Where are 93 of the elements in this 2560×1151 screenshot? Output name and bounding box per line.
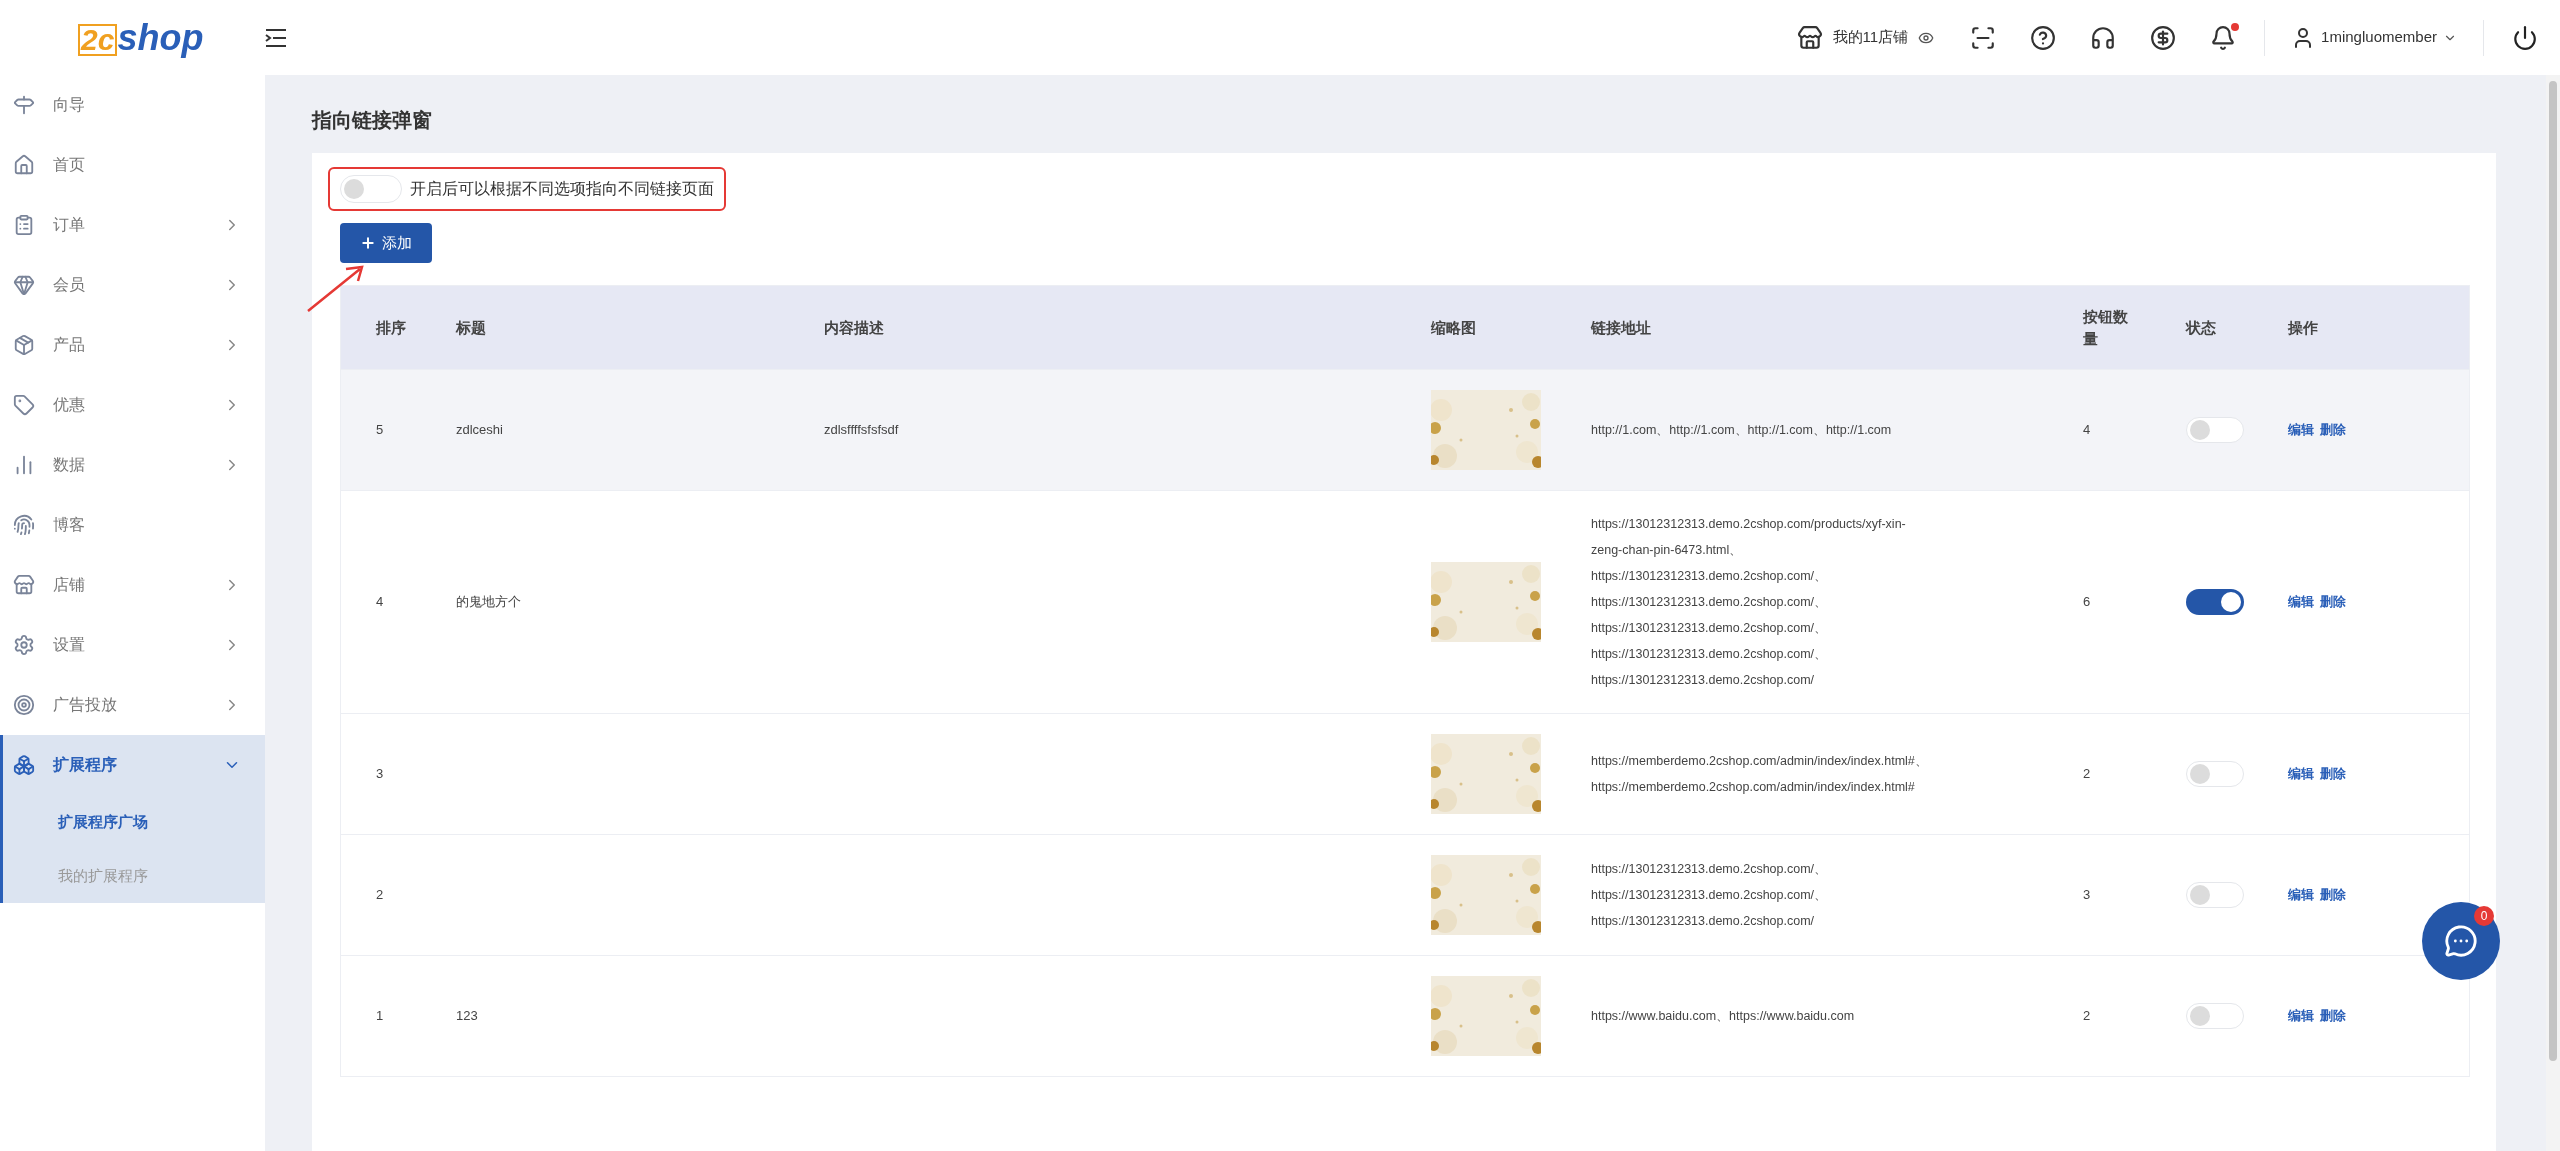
notification-icon[interactable] [2210,24,2237,51]
headset-icon[interactable] [2090,24,2117,51]
link-text: zeng-chan-pin-6473.html、 [1591,542,1744,559]
table-cell: 6 [2083,594,2091,610]
chat-badge: 0 [2474,906,2494,926]
link-text: https://13012312313.demo.2cshop.com/、 [1591,646,1829,663]
table-cell: 4 [2083,422,2091,438]
table-cell: 2 [2083,766,2091,782]
link-text: https://13012312313.demo.2cshop.com/、 [1591,887,1829,904]
sidebar-item[interactable]: 扩展程序 [3,735,265,795]
link-text: https://13012312313.demo.2cshop.com/、 [1591,861,1829,878]
column-header: 按钮数量 [2083,306,2129,349]
store-icon[interactable] [1796,24,1823,51]
column-header: 状态 [2186,317,2217,338]
table-cell: 123 [456,1008,478,1024]
store-name[interactable]: 我的11店铺 [1832,26,1909,49]
table-cell: 3 [376,766,384,782]
page-title: 指向链接弹窗 [312,108,433,133]
action-link[interactable]: 编辑 [2288,420,2314,440]
toggle-switch[interactable] [2186,589,2244,615]
sidebar-item[interactable]: 店铺 [0,555,265,615]
link-text: https://13012312313.demo.2cshop.com/ [1591,672,1816,689]
plus-icon [360,235,376,251]
action-link[interactable]: 编辑 [2288,885,2314,905]
logo[interactable]: 2cshop [78,19,204,56]
help-icon[interactable] [2030,24,2057,51]
toggle-switch[interactable] [2186,1003,2244,1029]
menu-icon [13,334,35,356]
qr-scan-icon[interactable] [1970,24,1997,51]
toggle-switch[interactable] [2186,882,2244,908]
table-cell: 5 [376,422,384,438]
link-text: https://www.baidu.com、https://www.baidu.com [1591,1008,1856,1025]
toggle-switch[interactable] [2186,417,2244,443]
menu-icon [13,154,35,176]
menu-icon [13,394,35,416]
sidebar-item[interactable]: 数据 [0,435,265,495]
table-cell: 2 [2083,1008,2091,1024]
menu-icon [13,754,35,776]
sidebar-item[interactable]: 优惠 [0,375,265,435]
link-text: https://13012312313.demo.2cshop.com/、 [1591,594,1829,611]
menu-icon [13,574,35,596]
column-header: 内容描述 [824,317,885,338]
sidebar-item[interactable]: 博客 [0,495,265,555]
column-header: 排序 [376,317,407,338]
menu-icon [13,514,35,536]
link-text: https://13012312313.demo.2cshop.com/、 [1591,568,1829,585]
action-link[interactable]: 删除 [2320,764,2346,784]
sidebar-item[interactable]: 向导 [0,75,265,135]
coin-icon[interactable] [2150,24,2177,51]
sidebar-item[interactable]: 订单 [0,195,265,255]
action-link[interactable]: 删除 [2320,592,2346,612]
toggle-switch[interactable] [2186,761,2244,787]
table-cell: 4 [376,594,384,610]
toggle-label: 开启后可以根据不同选项指向不同链接页面 [410,179,714,199]
table-cell: zdlsffffsfsfsdf [824,422,899,438]
table-cell: 的鬼地方个 [456,594,521,610]
column-header: 链接地址 [1591,317,1652,338]
column-header: 操作 [2288,317,2319,338]
menu-icon [13,634,35,656]
add-button[interactable]: 添加 [340,223,432,263]
sidebar-item[interactable]: 广告投放 [0,675,265,735]
menu-icon [13,214,35,236]
link-text: https://memberdemo.2cshop.com/admin/index/index.html# [1591,779,1916,796]
sidebar-item[interactable]: 会员 [0,255,265,315]
chat-icon [2444,924,2478,958]
menu-icon [13,274,35,296]
action-link[interactable]: 编辑 [2288,592,2314,612]
toggle-switch[interactable] [340,175,402,203]
link-text: https://13012312313.demo.2cshop.com/products/xyf-xin- [1591,516,1907,533]
menu-icon [13,94,35,116]
power-icon[interactable] [2512,24,2538,51]
action-link[interactable]: 编辑 [2288,764,2314,784]
link-text: http://1.com、http://1.com、http://1.com、http://1.com [1591,422,1893,439]
scrollbar-thumb[interactable] [2549,81,2557,1061]
action-link[interactable]: 删除 [2320,420,2346,440]
table-cell: 3 [2083,887,2091,903]
action-link[interactable]: 编辑 [2288,1006,2314,1026]
link-text: https://13012312313.demo.2cshop.com/ [1591,913,1816,930]
column-header: 缩略图 [1431,317,1477,338]
sidebar-item[interactable]: 设置 [0,615,265,675]
action-link[interactable]: 删除 [2320,1006,2346,1026]
link-text: https://13012312313.demo.2cshop.com/、 [1591,620,1829,637]
user-name[interactable]: 1mingluomember [2321,26,2437,49]
action-link[interactable]: 删除 [2320,885,2346,905]
menu-icon [13,694,35,716]
link-text: https://memberdemo.2cshop.com/admin/index/index.html#、 [1591,753,1929,770]
table-cell: zdlceshi [456,422,503,438]
sidebar-item[interactable]: 首页 [0,135,265,195]
table-cell: 1 [376,1008,384,1024]
table-cell: 2 [376,887,384,903]
sidebar-subitem[interactable]: 扩展程序广场 [3,795,265,849]
sidebar-item[interactable]: 产品 [0,315,265,375]
column-header: 标题 [456,317,487,338]
